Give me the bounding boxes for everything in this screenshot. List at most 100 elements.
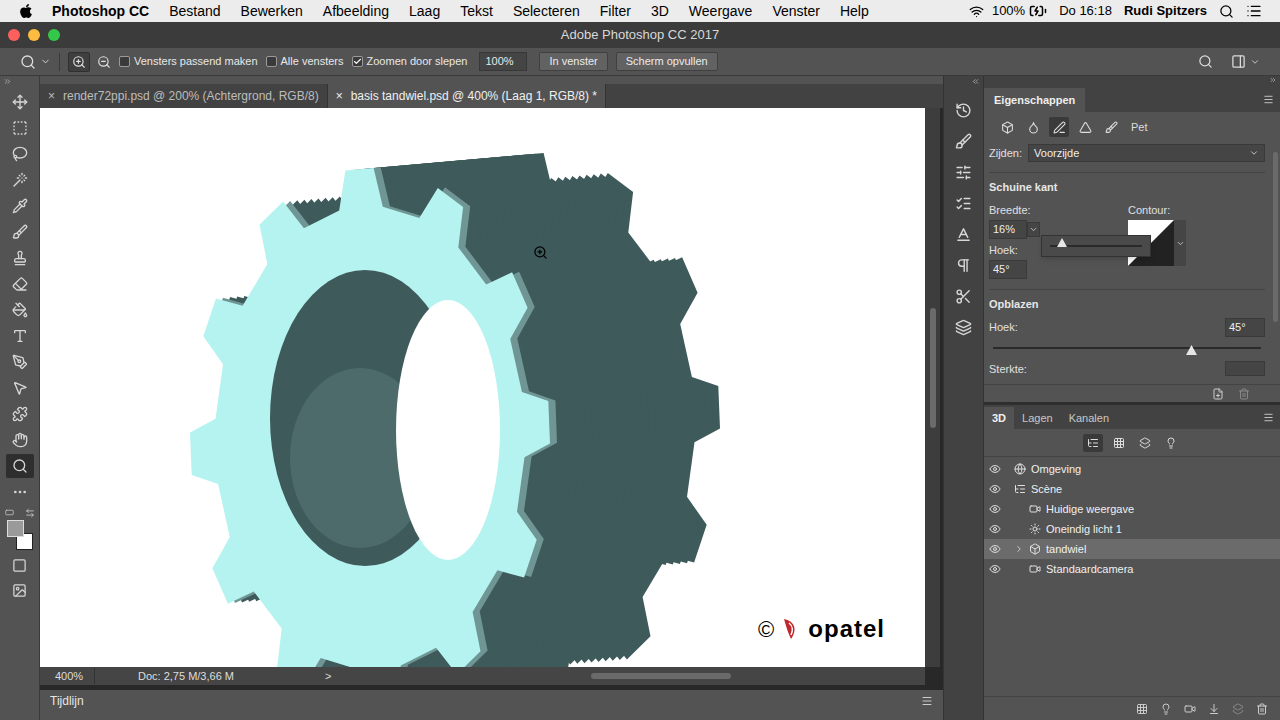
tab-close[interactable]: × bbox=[48, 87, 55, 105]
foreground-color[interactable] bbox=[7, 520, 24, 537]
search-icon[interactable] bbox=[1198, 54, 1213, 69]
tool-presets-icon[interactable] bbox=[955, 288, 972, 305]
menu-item[interactable]: Afbeelding bbox=[323, 1, 389, 22]
visibility-eye-icon[interactable] bbox=[989, 543, 1001, 555]
status-arrow[interactable]: > bbox=[325, 668, 331, 685]
slider-handle-icon[interactable] bbox=[1057, 238, 1067, 247]
scene-item[interactable]: tandwiel bbox=[984, 539, 1280, 559]
brush-preset-icon[interactable] bbox=[955, 133, 972, 150]
minimize-button[interactable] bbox=[28, 29, 40, 41]
menu-item[interactable]: Help bbox=[840, 1, 869, 22]
tool-button[interactable] bbox=[6, 324, 34, 348]
option-checkbox[interactable]: Vensters passend maken bbox=[119, 53, 258, 70]
tool-button[interactable] bbox=[6, 168, 34, 192]
scene-item[interactable]: Omgeving bbox=[984, 459, 1280, 479]
collapse-icon[interactable] bbox=[971, 77, 980, 86]
workspace-icon[interactable] bbox=[1231, 54, 1246, 69]
checkbox-box[interactable] bbox=[352, 56, 363, 67]
horizontal-scrollbar[interactable] bbox=[591, 673, 731, 679]
zoom-out-button[interactable] bbox=[93, 52, 115, 72]
properties-extra-tab[interactable]: Pet bbox=[1131, 119, 1148, 136]
scene-item[interactable]: Scène bbox=[984, 479, 1280, 499]
zoom-field[interactable]: 100% bbox=[479, 52, 527, 71]
new-icon[interactable] bbox=[1212, 388, 1224, 400]
properties-icon-tab[interactable] bbox=[1075, 117, 1095, 137]
zoom-button[interactable] bbox=[48, 29, 60, 41]
tool-button[interactable] bbox=[6, 220, 34, 244]
layers-icon[interactable] bbox=[955, 319, 972, 336]
app-menu[interactable]: Photoshop CC bbox=[52, 1, 149, 22]
layer-comps-icon[interactable] bbox=[955, 195, 972, 212]
tool-button[interactable] bbox=[6, 376, 34, 400]
menu-item[interactable]: Weergave bbox=[689, 1, 753, 22]
spotlight-icon[interactable] bbox=[1219, 4, 1234, 19]
delete-icon[interactable] bbox=[1238, 388, 1250, 400]
tool-button[interactable] bbox=[6, 298, 34, 322]
paragraph-icon[interactable] bbox=[955, 257, 972, 274]
panel-tab[interactable]: Kanalen bbox=[1061, 407, 1117, 429]
tool-button[interactable] bbox=[6, 428, 34, 452]
option-checkbox[interactable]: Zoomen door slepen bbox=[352, 53, 468, 70]
properties-icon-tab[interactable] bbox=[1023, 117, 1043, 137]
tool-button[interactable] bbox=[6, 480, 34, 504]
inflate-angle-field[interactable]: 45° bbox=[1225, 318, 1265, 337]
angle-popup-slider[interactable] bbox=[1041, 235, 1151, 257]
apple-icon[interactable] bbox=[18, 3, 34, 19]
tool-button[interactable] bbox=[6, 402, 34, 426]
tool-button[interactable] bbox=[6, 194, 34, 218]
inflate-angle-slider[interactable] bbox=[993, 347, 1261, 349]
visibility-eye-icon[interactable] bbox=[989, 523, 1001, 535]
panel-menu-icon[interactable] bbox=[1263, 412, 1274, 423]
properties-icon-tab[interactable] bbox=[1049, 117, 1069, 137]
inflate-strength-field[interactable] bbox=[1225, 361, 1265, 376]
expand-arrow-icon[interactable] bbox=[1014, 544, 1024, 554]
screen-mode-icon[interactable] bbox=[12, 583, 27, 598]
battery-icon[interactable] bbox=[1029, 2, 1047, 20]
panel-menu-icon[interactable] bbox=[1263, 94, 1274, 105]
new-mesh-icon[interactable] bbox=[1136, 703, 1148, 715]
visibility-eye-icon[interactable] bbox=[989, 463, 1001, 475]
user-name[interactable]: Rudi Spitzers bbox=[1124, 1, 1207, 21]
close-button[interactable] bbox=[8, 29, 20, 41]
bevel-angle-field[interactable]: 45° bbox=[989, 260, 1027, 279]
history-icon[interactable] bbox=[955, 102, 972, 119]
tool-button[interactable] bbox=[6, 90, 34, 114]
visibility-eye-icon[interactable] bbox=[989, 483, 1001, 495]
vertical-scrollbar[interactable] bbox=[925, 108, 940, 667]
visibility-eye-icon[interactable] bbox=[989, 563, 1001, 575]
scene-item[interactable]: Huidige weergave bbox=[984, 499, 1280, 519]
ground-icon[interactable] bbox=[1208, 703, 1220, 715]
document-tab[interactable]: ×render72ppi.psd @ 200% (Achtergrond, RG… bbox=[40, 84, 328, 108]
menu-item[interactable]: Bewerken bbox=[241, 1, 303, 22]
tool-button[interactable] bbox=[6, 272, 34, 296]
slider-handle-icon[interactable] bbox=[1186, 345, 1197, 355]
panel-tab[interactable]: Lagen bbox=[1014, 407, 1061, 429]
tool-button[interactable] bbox=[6, 142, 34, 166]
panel-tab[interactable]: 3D bbox=[984, 407, 1014, 429]
clock[interactable]: Do 16:18 bbox=[1059, 1, 1112, 21]
timeline-title[interactable]: Tijdlijn bbox=[50, 692, 84, 710]
tool-button[interactable] bbox=[6, 454, 34, 478]
notifications-icon[interactable] bbox=[1246, 3, 1262, 19]
filter-button[interactable] bbox=[1161, 434, 1181, 452]
checkbox-box[interactable] bbox=[119, 56, 130, 67]
properties-icon-tab[interactable] bbox=[1101, 117, 1121, 137]
default-colors-icon[interactable] bbox=[5, 508, 14, 517]
workspace-dropdown-icon[interactable] bbox=[1250, 57, 1260, 67]
merge-icon[interactable] bbox=[1232, 703, 1244, 715]
adjustments-icon[interactable] bbox=[955, 164, 972, 181]
menu-item[interactable]: Venster bbox=[772, 1, 819, 22]
filter-button[interactable] bbox=[1109, 434, 1129, 452]
visibility-eye-icon[interactable] bbox=[989, 503, 1001, 515]
bevel-width-field[interactable]: 16% bbox=[989, 220, 1027, 239]
tool-button[interactable] bbox=[6, 116, 34, 140]
menu-item[interactable]: Tekst bbox=[460, 1, 493, 22]
tool-button[interactable] bbox=[6, 350, 34, 374]
dropdown-icon[interactable] bbox=[1176, 239, 1185, 248]
panel-menu-icon[interactable] bbox=[921, 695, 933, 707]
properties-tab[interactable]: Eigenschappen bbox=[984, 88, 1085, 112]
sides-select[interactable]: Voorzijde bbox=[1028, 144, 1265, 163]
canvas[interactable]: ©opatel bbox=[40, 108, 925, 667]
menu-item[interactable]: 3D bbox=[651, 1, 669, 22]
properties-icon-tab[interactable] bbox=[997, 117, 1017, 137]
